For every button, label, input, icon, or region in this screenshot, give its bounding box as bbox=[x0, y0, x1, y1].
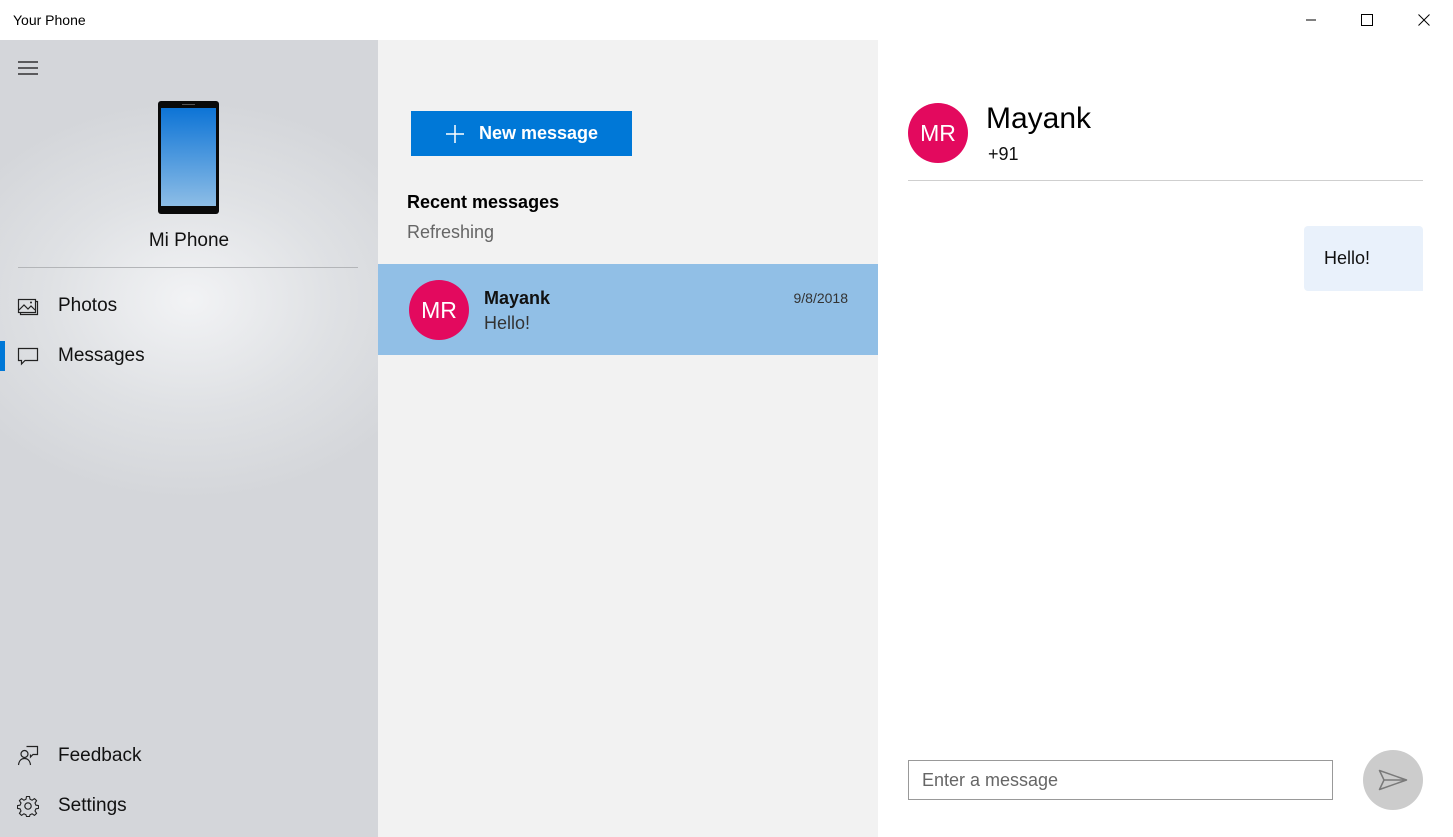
window-title: Your Phone bbox=[13, 12, 86, 28]
sidebar-item-settings[interactable]: Settings bbox=[0, 782, 378, 830]
conversation-preview: Hello! bbox=[484, 313, 531, 333]
sidebar-item-label: Settings bbox=[58, 795, 127, 816]
sidebar-item-feedback[interactable]: Feedback bbox=[0, 732, 378, 780]
feedback-icon bbox=[17, 745, 39, 766]
sidebar-item-label: Feedback bbox=[58, 745, 142, 766]
contact-avatar: MR bbox=[908, 103, 968, 163]
message-icon bbox=[17, 347, 39, 366]
photos-icon bbox=[17, 298, 39, 316]
sidebar-divider bbox=[18, 267, 358, 268]
close-button[interactable] bbox=[1396, 0, 1452, 40]
gear-icon bbox=[17, 795, 39, 817]
sidebar-item-label: Photos bbox=[58, 295, 118, 316]
phone-icon bbox=[158, 101, 219, 214]
minimize-button[interactable] bbox=[1283, 0, 1339, 40]
refresh-status: Refreshing bbox=[407, 222, 495, 242]
conversation-name: Mayank bbox=[484, 288, 551, 308]
close-icon bbox=[1418, 14, 1430, 26]
message-text: Hello! bbox=[1324, 248, 1371, 268]
new-message-button[interactable]: New message bbox=[411, 111, 632, 156]
title-bar: Your Phone bbox=[0, 0, 1453, 40]
conversation-date: 9/8/2018 bbox=[793, 290, 849, 306]
menu-button[interactable] bbox=[8, 50, 48, 86]
new-message-label: New message bbox=[479, 123, 599, 143]
active-indicator bbox=[0, 341, 5, 371]
maximize-icon bbox=[1361, 14, 1373, 26]
hamburger-icon bbox=[18, 61, 38, 75]
sidebar-item-label: Messages bbox=[58, 345, 145, 366]
send-icon bbox=[1378, 769, 1408, 791]
maximize-button[interactable] bbox=[1339, 0, 1395, 40]
device-name: Mi Phone bbox=[148, 230, 230, 251]
recent-messages-heading: Recent messages bbox=[407, 192, 560, 212]
minimize-icon bbox=[1306, 19, 1316, 21]
outgoing-message-bubble: Hello! bbox=[1304, 226, 1423, 291]
header-divider bbox=[908, 180, 1423, 181]
send-button[interactable] bbox=[1363, 750, 1423, 810]
message-list-pane: New message Recent messages Refreshing M… bbox=[378, 40, 878, 837]
sidebar-item-messages[interactable]: Messages bbox=[0, 332, 378, 380]
sidebar-item-photos[interactable]: Photos bbox=[0, 282, 378, 330]
avatar: MR bbox=[409, 280, 469, 340]
message-input[interactable] bbox=[908, 760, 1333, 800]
contact-name: Mayank bbox=[986, 102, 1092, 135]
conversation-list-item[interactable]: MR Mayank Hello! 9/8/2018 bbox=[378, 264, 878, 355]
contact-number: +91 bbox=[988, 144, 1019, 164]
plus-icon bbox=[446, 124, 464, 143]
conversation-pane: MR Mayank +91 Hello! bbox=[878, 40, 1453, 837]
sidebar: Mi Phone Photos Messages Feedback Settin… bbox=[0, 40, 378, 837]
